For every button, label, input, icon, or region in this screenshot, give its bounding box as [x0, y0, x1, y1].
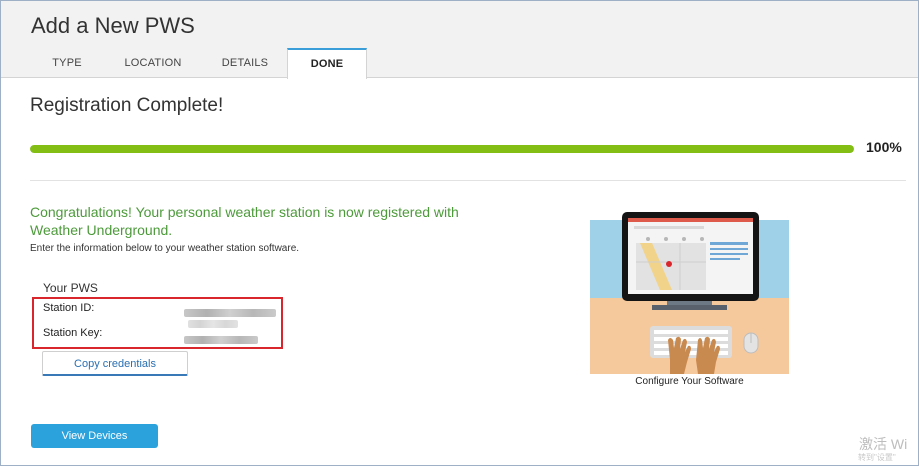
station-id-value-redacted-part [188, 320, 238, 328]
computer-setup-icon [590, 212, 789, 374]
progress-fill [30, 145, 854, 153]
illustration-caption: Configure Your Software [635, 376, 744, 387]
page-header: Add a New PWS TYPE LOCATION DETAILS DONE [1, 1, 918, 79]
station-key-label: Station Key: [43, 327, 103, 339]
progress-bar [30, 145, 854, 153]
station-key-value-redacted [184, 336, 258, 344]
registration-title: Registration Complete! [30, 95, 224, 116]
activation-watermark: 激活 Wi [859, 436, 908, 452]
your-pws-heading: Your PWS [43, 281, 98, 295]
tab-location[interactable]: LOCATION [109, 48, 197, 78]
page-title: Add a New PWS [31, 13, 195, 38]
tab-done[interactable]: DONE [287, 48, 367, 79]
section-divider [30, 180, 906, 181]
progress-percent: 100% [866, 139, 902, 155]
station-id-label: Station ID: [43, 302, 95, 314]
view-devices-button[interactable]: View Devices [31, 424, 158, 448]
computer-setup-illustration [590, 212, 789, 374]
copy-credentials-button[interactable]: Copy credentials [42, 351, 188, 376]
station-id-value-redacted [184, 309, 276, 317]
congrats-message: Congratulations! Your personal weather s… [30, 204, 459, 238]
instructions-text: Enter the information below to your weat… [30, 243, 300, 254]
activation-watermark-sub: 转到"设置" [858, 453, 896, 462]
tab-type[interactable]: TYPE [31, 48, 103, 78]
tab-details[interactable]: DETAILS [209, 48, 281, 78]
